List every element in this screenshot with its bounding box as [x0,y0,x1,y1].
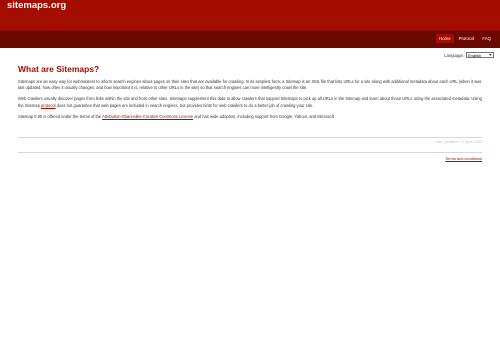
language-selector: Language: English ▼ [444,52,494,58]
last-updated-text: Last Updated: 17 April 2020 [435,140,482,145]
license-link[interactable]: Attribution-ShareAlike Creative Commons … [102,114,193,119]
license-text-b: and has wide adoption, including support… [193,113,335,119]
nav-items: Home Protocol FAQ [436,34,494,43]
footer-divider [18,137,482,139]
crawlers-paragraph: Web crawlers usually discover pages from… [18,96,482,109]
license-paragraph: Sitemap 0.90 is offered under the terms … [18,114,482,120]
crawlers-text-b: does not guarantee that web pages are in… [55,102,314,108]
site-title-link[interactable]: sitemaps.org [7,0,66,11]
protocol-link[interactable]: protocol [41,103,56,108]
site-header: sitemaps.org [0,0,500,30]
nav-protocol-link[interactable]: Protocol [456,34,478,43]
nav-faq-link[interactable]: FAQ [479,34,494,43]
nav-home-link[interactable]: Home [436,34,454,43]
language-label: Language: [444,52,464,58]
language-select[interactable]: English ▼ [466,52,494,58]
chevron-down-icon: ▼ [488,53,492,57]
page-title: What are Sitemaps? [18,64,100,74]
license-text-a: Sitemap 0.90 is offered under the terms … [18,113,103,119]
nav-bar: Home Protocol FAQ [0,30,500,48]
main-content: What are Sitemaps? Sitemaps are an easy … [18,64,482,161]
intro-paragraph: Sitemaps are an easy way for webmasters … [18,79,482,91]
language-selected-value: English [468,52,482,58]
footer-divider-2 [18,152,482,154]
terms-link[interactable]: Terms and conditions [445,156,482,161]
